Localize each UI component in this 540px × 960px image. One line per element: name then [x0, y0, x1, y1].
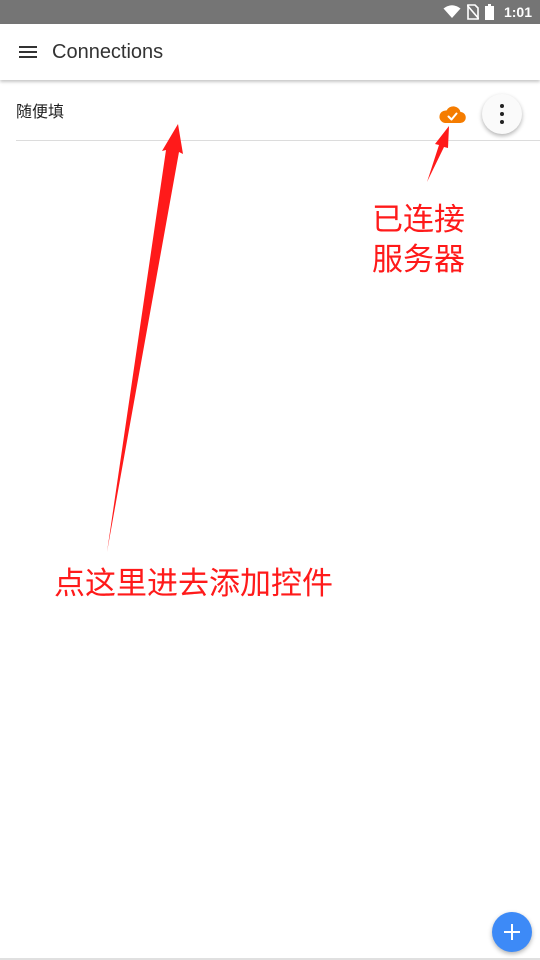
- add-connection-button[interactable]: [492, 912, 532, 952]
- annotation-connected-line2: 服务器: [372, 242, 465, 279]
- plus-icon: [504, 924, 520, 940]
- arrow-to-connection-item: [107, 124, 183, 552]
- annotation-connected: 已连接 服务器: [372, 200, 482, 281]
- arrow-to-cloud-icon: [427, 126, 449, 182]
- annotation-connected-line1: 已连接: [372, 202, 465, 238]
- annotation-arrows: [107, 124, 449, 552]
- annotation-tap-hint: 点这里进去添加控件: [54, 566, 333, 602]
